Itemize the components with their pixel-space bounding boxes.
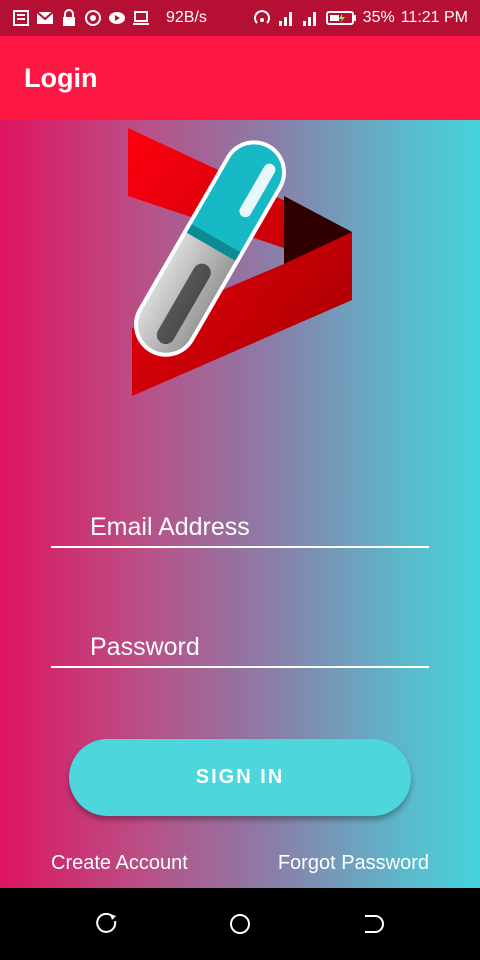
email-field[interactable]: Email Address [51, 506, 429, 548]
status-right-icons: 35% 11:21 PM [253, 9, 480, 27]
login-content: Email Address Password SIGN IN Create Ac… [0, 120, 480, 888]
signal-icon [302, 12, 316, 26]
target-icon [85, 10, 101, 26]
battery-icon [325, 11, 356, 25]
lock-icon [63, 9, 75, 26]
page-title: Login [24, 63, 98, 93]
back-icon[interactable] [361, 912, 385, 936]
news-icon [13, 10, 29, 26]
status-left-icons: 92B/s [0, 9, 207, 27]
create-account-link[interactable]: Create Account [51, 852, 188, 875]
network-speed: 92B/s [166, 9, 207, 26]
home-icon[interactable] [228, 912, 252, 936]
status-time: 11:21 PM [400, 9, 468, 26]
app-logo [128, 128, 352, 396]
forgot-password-link[interactable]: Forgot Password [278, 852, 429, 875]
app-bar: Login [0, 36, 480, 120]
password-field[interactable]: Password [51, 626, 429, 668]
sign-in-button[interactable]: SIGN IN [69, 739, 411, 816]
hotspot-icon [253, 10, 270, 24]
password-placeholder: Password [90, 633, 200, 661]
status-bar: 92B/s 35% 11:21 PM [0, 0, 480, 36]
recent-apps-icon[interactable] [95, 912, 119, 936]
video-icon [109, 12, 125, 24]
battery-percent: 35% [362, 9, 395, 26]
gmail-icon [36, 11, 54, 24]
laptop-icon [133, 11, 149, 25]
email-placeholder: Email Address [90, 513, 250, 541]
signal-icon [278, 12, 292, 26]
navigation-bar [0, 888, 480, 960]
